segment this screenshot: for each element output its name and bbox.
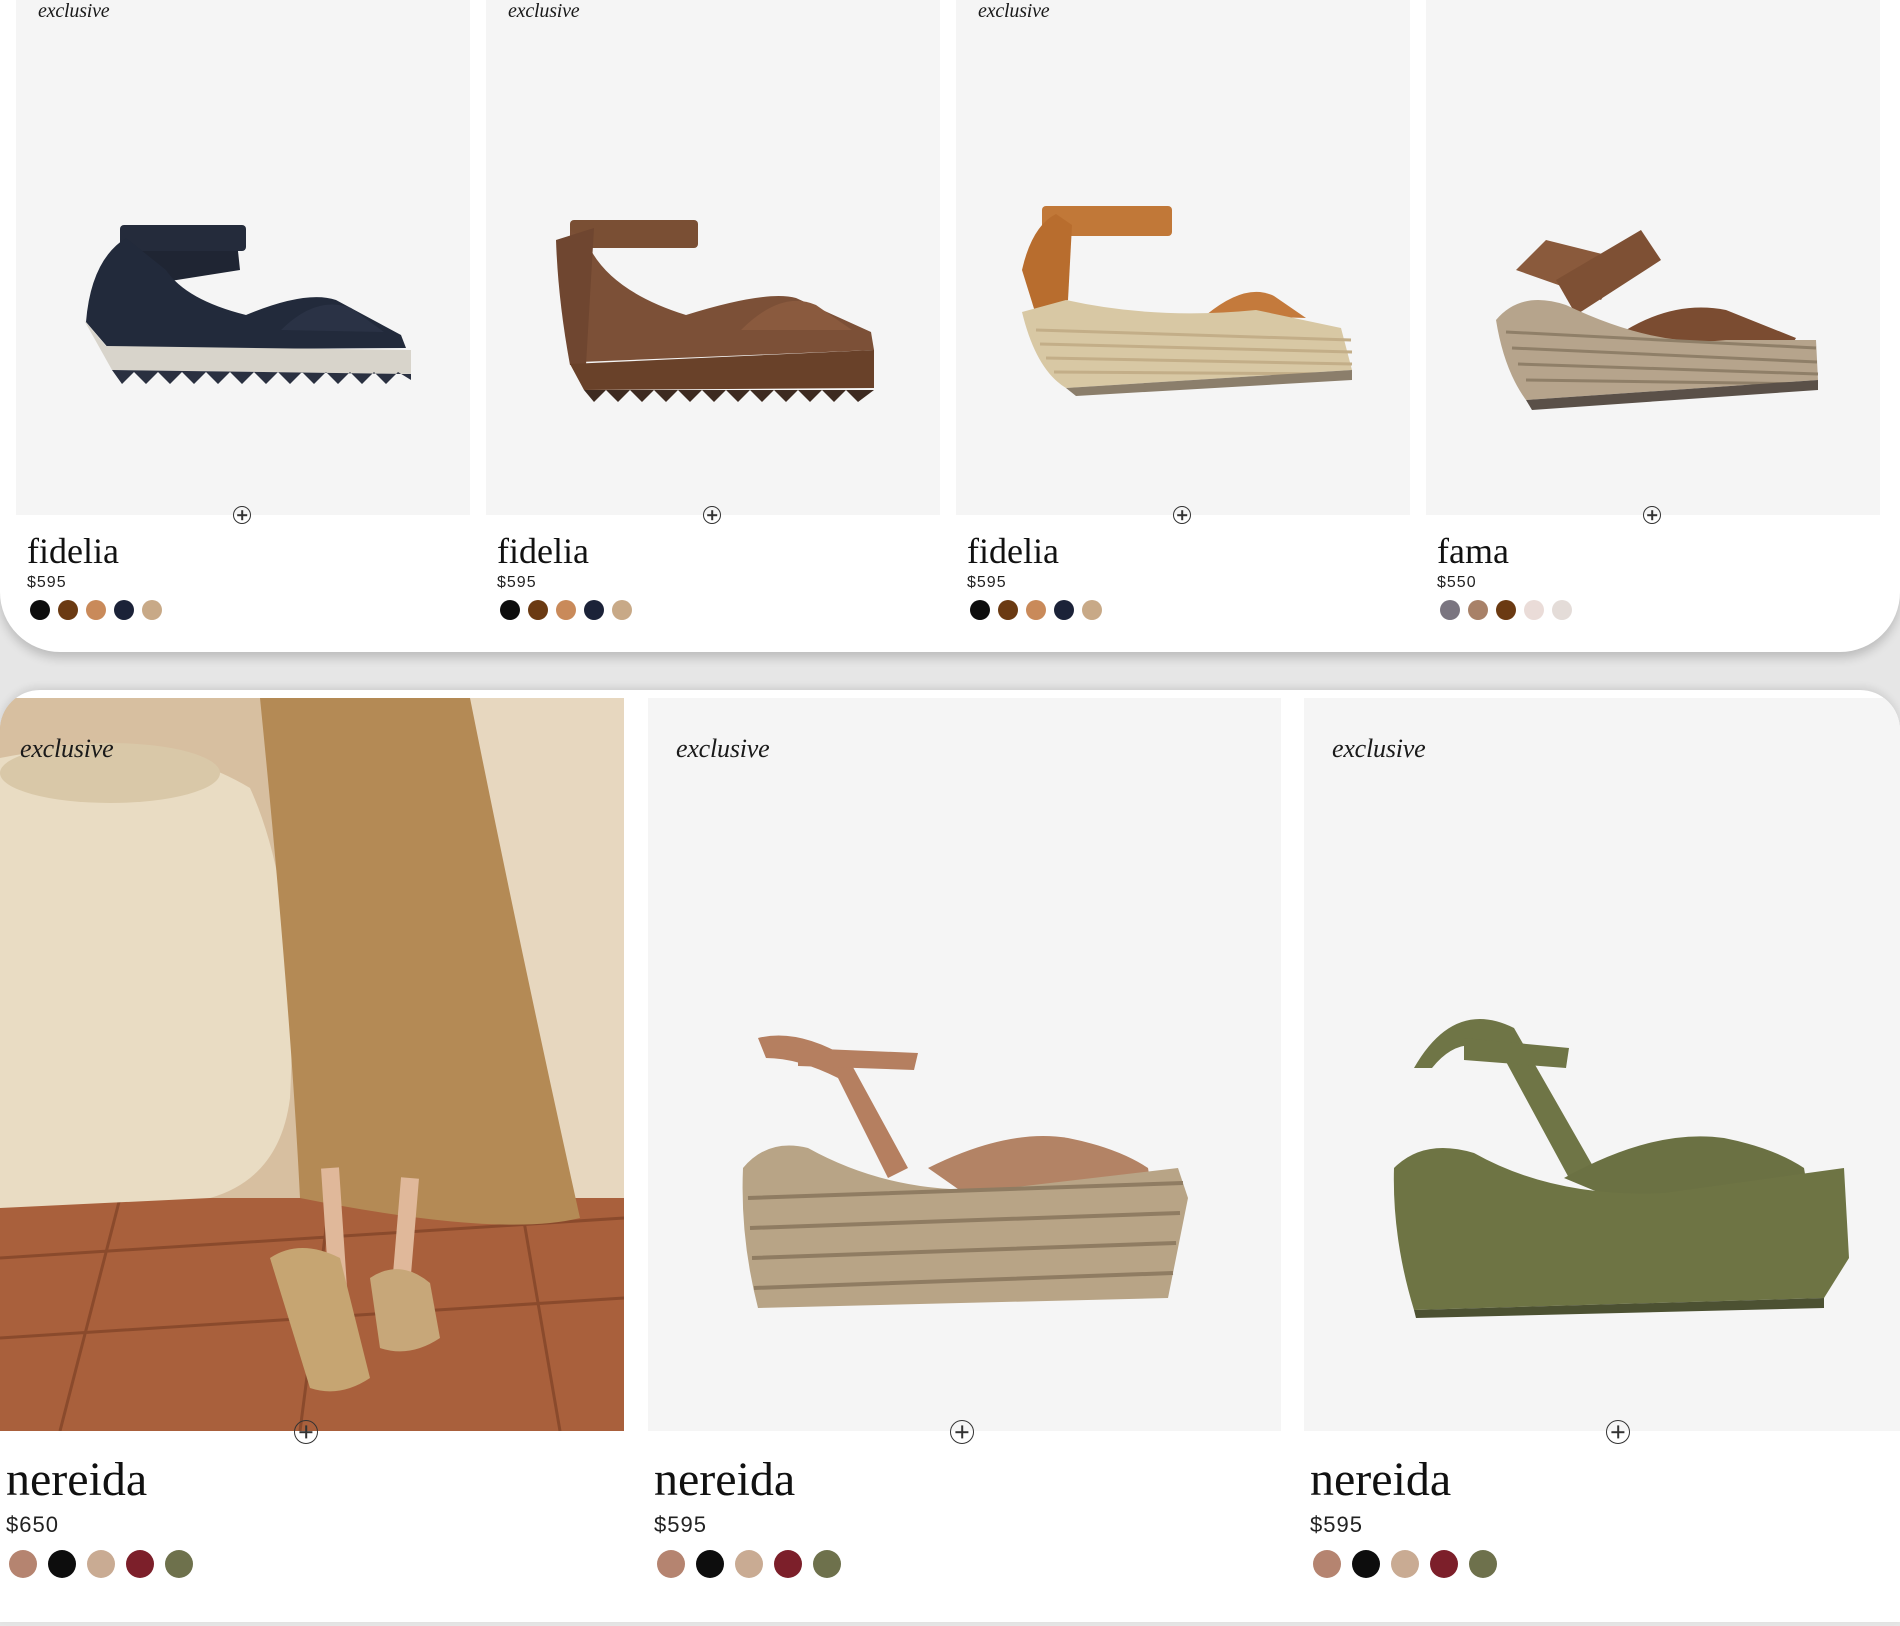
sandal-wedge-image (556, 220, 874, 402)
color-swatch[interactable] (1430, 1550, 1458, 1578)
product-price: $595 (1310, 1512, 1363, 1537)
product-name[interactable]: fidelia (967, 530, 1059, 572)
color-swatch[interactable] (1313, 1550, 1341, 1578)
color-swatch[interactable] (1054, 600, 1074, 620)
color-swatch[interactable] (528, 600, 548, 620)
color-swatch[interactable] (970, 600, 990, 620)
color-swatch[interactable] (165, 1550, 193, 1578)
exclusive-badge: exclusive (508, 0, 580, 22)
product-name[interactable]: fama (1437, 530, 1509, 572)
product-name[interactable]: fidelia (27, 530, 119, 572)
product-card[interactable]: exclusive fidelia $595 (486, 0, 940, 652)
color-swatch[interactable] (1496, 600, 1516, 620)
product-image[interactable]: exclusive (16, 0, 470, 515)
color-swatch[interactable] (612, 600, 632, 620)
color-swatch[interactable] (1026, 600, 1046, 620)
product-grid-bottom: exclusive nereida $650 exclusive nereida (0, 690, 1900, 1622)
color-swatches (30, 600, 162, 620)
color-swatch[interactable] (30, 600, 50, 620)
product-image[interactable]: exclusive (956, 0, 1410, 515)
color-swatches (9, 1550, 193, 1578)
product-price: $550 (1437, 574, 1477, 591)
sandal-wedge-image (84, 225, 411, 384)
product-name[interactable]: nereida (654, 1452, 795, 1507)
product-name[interactable]: nereida (6, 1452, 147, 1507)
color-swatch[interactable] (696, 1550, 724, 1578)
product-card[interactable]: exclusive nereida $650 (0, 690, 624, 1622)
lifestyle-photo (0, 698, 624, 1431)
product-image[interactable] (1426, 0, 1880, 515)
product-price: $595 (497, 574, 537, 591)
product-card[interactable]: fama $550 (1426, 0, 1880, 652)
color-swatches (970, 600, 1102, 620)
plus-circle-icon[interactable] (294, 1420, 318, 1444)
plus-circle-icon[interactable] (1606, 1420, 1630, 1444)
color-swatch[interactable] (556, 600, 576, 620)
exclusive-badge: exclusive (38, 0, 110, 22)
product-name[interactable]: fidelia (497, 530, 589, 572)
color-swatch[interactable] (735, 1550, 763, 1578)
plus-circle-icon[interactable] (1173, 506, 1191, 524)
plus-circle-icon[interactable] (950, 1420, 974, 1444)
color-swatch[interactable] (1082, 600, 1102, 620)
color-swatch[interactable] (1391, 1550, 1419, 1578)
product-price: $650 (6, 1512, 59, 1537)
color-swatch[interactable] (1552, 600, 1572, 620)
color-swatch[interactable] (500, 600, 520, 620)
exclusive-badge: exclusive (978, 0, 1050, 22)
color-swatch[interactable] (86, 600, 106, 620)
product-price: $595 (27, 574, 67, 591)
color-swatch[interactable] (126, 1550, 154, 1578)
color-swatch[interactable] (48, 1550, 76, 1578)
color-swatch[interactable] (87, 1550, 115, 1578)
product-image[interactable]: exclusive (486, 0, 940, 515)
color-swatches (500, 600, 632, 620)
color-swatch[interactable] (813, 1550, 841, 1578)
color-swatch[interactable] (1469, 1550, 1497, 1578)
product-name[interactable]: nereida (1310, 1452, 1451, 1507)
color-swatch[interactable] (58, 600, 78, 620)
color-swatch[interactable] (142, 600, 162, 620)
plus-circle-icon[interactable] (703, 506, 721, 524)
color-swatch[interactable] (1440, 600, 1460, 620)
plus-circle-icon[interactable] (233, 506, 251, 524)
color-swatches (1313, 1550, 1497, 1578)
product-image[interactable]: exclusive (648, 698, 1281, 1431)
color-swatch[interactable] (584, 600, 604, 620)
sandal-wedge-image (1022, 206, 1353, 396)
color-swatch[interactable] (657, 1550, 685, 1578)
product-image[interactable]: exclusive (0, 698, 624, 1431)
product-price: $595 (967, 574, 1007, 591)
product-price: $595 (654, 1512, 707, 1537)
sandal-platform-image (1393, 1019, 1849, 1318)
sandal-wedge-image (1496, 230, 1819, 410)
product-card[interactable]: exclusive nereida $595 (1304, 690, 1900, 1622)
product-card[interactable]: exclusive nereida $595 (648, 690, 1281, 1622)
color-swatch[interactable] (998, 600, 1018, 620)
product-image[interactable]: exclusive (1304, 698, 1900, 1431)
color-swatch[interactable] (9, 1550, 37, 1578)
exclusive-badge: exclusive (676, 734, 770, 763)
exclusive-badge: exclusive (20, 734, 114, 763)
color-swatches (657, 1550, 841, 1578)
color-swatch[interactable] (1524, 600, 1544, 620)
plus-circle-icon[interactable] (1643, 506, 1661, 524)
color-swatch[interactable] (774, 1550, 802, 1578)
exclusive-badge: exclusive (1332, 734, 1426, 763)
product-card[interactable]: exclusive fidelia $595 (956, 0, 1410, 652)
product-card[interactable]: exclusive fidelia $595 (16, 0, 470, 652)
color-swatch[interactable] (1468, 600, 1488, 620)
product-grid-top: exclusive fidelia $595 exclusive fidelia… (0, 0, 1900, 652)
color-swatch[interactable] (114, 600, 134, 620)
color-swatch[interactable] (1352, 1550, 1380, 1578)
sandal-platform-image (742, 1035, 1188, 1308)
color-swatches (1440, 600, 1572, 620)
